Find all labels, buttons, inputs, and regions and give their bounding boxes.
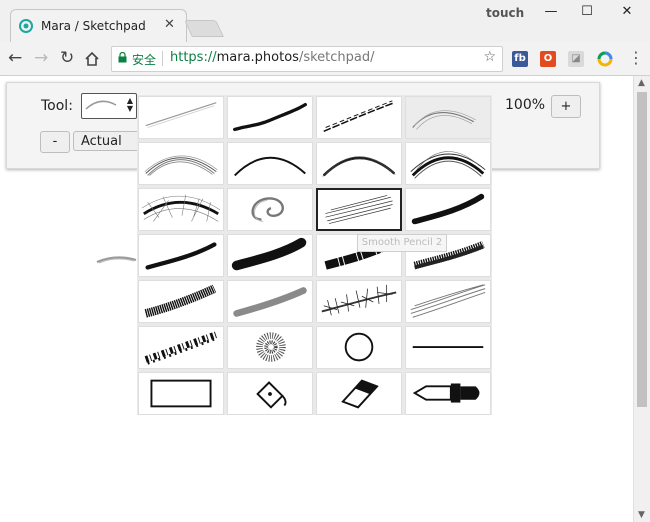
- reload-icon[interactable]: ↻: [60, 48, 74, 68]
- maximize-button[interactable]: ☐: [572, 4, 602, 22]
- brush-thorns[interactable]: [316, 280, 402, 323]
- divider: [162, 51, 163, 66]
- scroll-down-icon[interactable]: ▼: [638, 510, 645, 520]
- brush-arc-line[interactable]: [227, 142, 313, 185]
- brush-spray[interactable]: [227, 326, 313, 369]
- new-tab-button[interactable]: [184, 20, 224, 37]
- brush-smooth-pencil-2[interactable]: [316, 188, 402, 231]
- secure-label: 安全: [132, 53, 157, 67]
- home-icon[interactable]: [84, 51, 100, 67]
- facebook-icon[interactable]: fb: [512, 51, 528, 67]
- brush-palette: [137, 95, 492, 415]
- forward-icon[interactable]: →: [34, 48, 48, 68]
- brush-arc-hairy[interactable]: [405, 142, 491, 185]
- minimize-button[interactable]: —: [536, 4, 566, 22]
- eraser-icon[interactable]: [316, 372, 402, 415]
- brush-marker-black[interactable]: [405, 188, 491, 231]
- scroll-up-icon[interactable]: ▲: [638, 78, 645, 88]
- actual-pixels-button[interactable]: Actual Pi: [73, 131, 137, 151]
- bookmark-star-icon[interactable]: ☆: [483, 49, 496, 65]
- tab-close-icon[interactable]: ✕: [164, 17, 175, 32]
- close-window-button[interactable]: ✕: [612, 4, 642, 22]
- address-bar[interactable]: 安全 https://mara.photos/sketchpad/ ☆: [111, 46, 503, 72]
- brush-arc-sketch[interactable]: [138, 142, 224, 185]
- brush-arc-fur[interactable]: [138, 188, 224, 231]
- zoom-in-button[interactable]: +: [551, 95, 581, 118]
- brush-spatter[interactable]: [138, 326, 224, 369]
- zoom-out-button[interactable]: -: [40, 131, 70, 153]
- shape-rectangle[interactable]: [138, 372, 224, 415]
- title-bar: Mara / Sketchpad ✕ touch — ☐ ✕: [0, 0, 650, 43]
- tab-title: Mara / Sketchpad: [41, 19, 146, 33]
- page-scrollbar[interactable]: ▲ ▼: [633, 76, 650, 522]
- fill-bucket-icon[interactable]: [227, 372, 313, 415]
- brush-arc-thick[interactable]: [316, 142, 402, 185]
- url-text[interactable]: https://mara.photos/sketchpad/: [170, 50, 375, 65]
- back-icon[interactable]: ←: [8, 48, 22, 68]
- tool-select[interactable]: ▲ ▼: [81, 93, 137, 119]
- browser-toolbar: ← → ↻ 安全 https://mara.photos/sketchpad/ …: [0, 42, 650, 76]
- brush-pencil-double[interactable]: [316, 96, 402, 139]
- shape-circle[interactable]: [316, 326, 402, 369]
- browser-tab[interactable]: Mara / Sketchpad ✕: [10, 9, 187, 43]
- brush-marker-dotted[interactable]: [138, 234, 224, 277]
- sync-icon[interactable]: [597, 51, 613, 67]
- tool-label: Tool:: [41, 98, 73, 114]
- brush-marker-thick[interactable]: [227, 234, 313, 277]
- brush-chalk[interactable]: [138, 280, 224, 323]
- brush-swirl[interactable]: [227, 188, 313, 231]
- office-icon[interactable]: O: [540, 51, 556, 67]
- lock-icon: [118, 52, 127, 63]
- select-arrows-icon: ▲ ▼: [126, 96, 133, 113]
- brush-pencil-dark[interactable]: [227, 96, 313, 139]
- favicon-icon: [19, 19, 33, 33]
- image-icon[interactable]: ◪: [568, 51, 584, 67]
- brush-tooltip: Smooth Pencil 2: [357, 234, 447, 252]
- zoom-value: 100%: [505, 97, 546, 113]
- current-tool-preview-icon: [85, 100, 117, 110]
- shape-line[interactable]: [405, 326, 491, 369]
- window-profile-label: touch: [486, 6, 525, 20]
- brush-soft-arc[interactable]: [405, 96, 491, 139]
- eyedropper-icon[interactable]: [405, 372, 491, 415]
- scroll-thumb[interactable]: [637, 92, 647, 407]
- brush-pencil-thin[interactable]: [138, 96, 224, 139]
- brush-fur-grey[interactable]: [405, 280, 491, 323]
- brush-charcoal-grey[interactable]: [227, 280, 313, 323]
- canvas-stroke: [96, 256, 137, 264]
- browser-menu-icon[interactable]: ⋮: [628, 48, 644, 67]
